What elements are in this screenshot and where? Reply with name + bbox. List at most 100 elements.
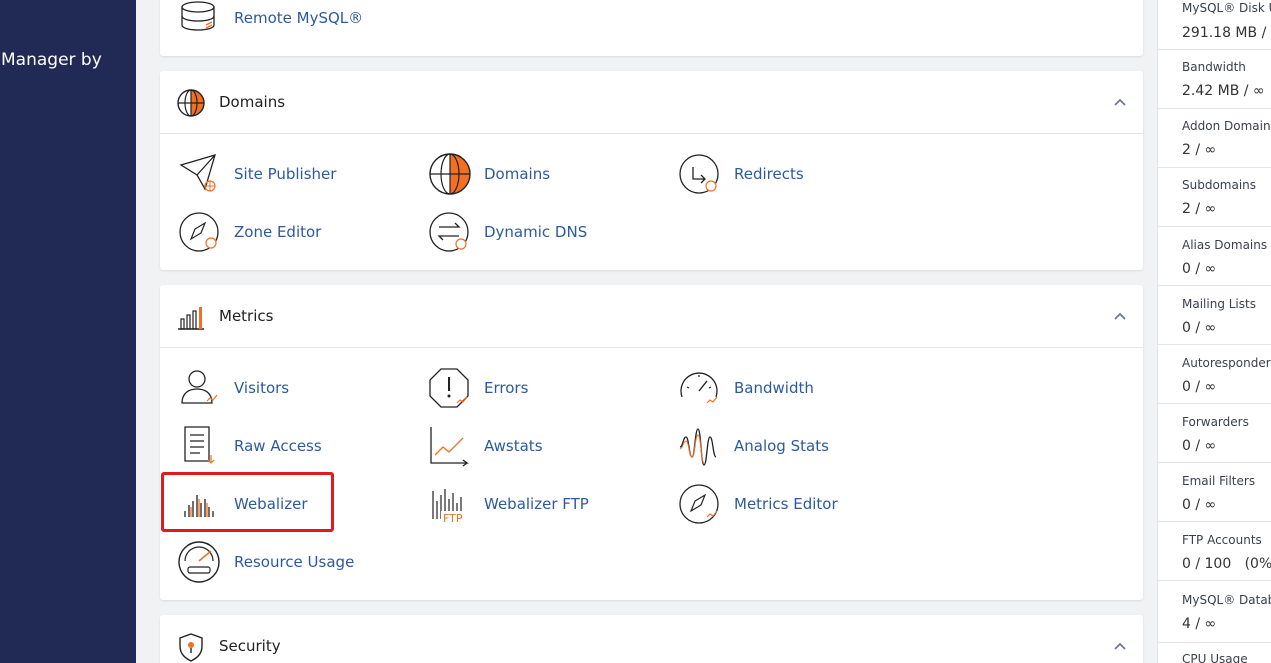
- security-panel-title: Security: [219, 637, 281, 655]
- security-panel: Security: [160, 615, 1143, 663]
- domains-panel-title: Domains: [219, 93, 286, 111]
- metrics-editor-item[interactable]: Metrics Editor: [677, 479, 838, 529]
- security-panel-header[interactable]: Security: [160, 615, 1143, 663]
- visitors-label: Visitors: [234, 379, 290, 397]
- stat-addon-domains: Addon Domains 2 / ∞: [1158, 109, 1271, 168]
- shield-icon: [179, 633, 203, 662]
- stat-mysql-disk-usage: MySQL® Disk Usage 291.18 MB / ∞: [1158, 0, 1271, 50]
- stat-value: 0 / ∞: [1182, 261, 1217, 277]
- stat-value: 0 / 100 (0%): [1182, 556, 1271, 572]
- remote-mysql-item[interactable]: Remote MySQL®: [177, 0, 363, 43]
- metrics-panel-title: Metrics: [219, 307, 274, 325]
- site-publisher-item[interactable]: Site Publisher: [177, 149, 336, 199]
- stat-value: 0 / ∞: [1182, 320, 1217, 336]
- stat-value: 291.18 MB / ∞: [1182, 25, 1271, 41]
- stat-label: Addon Domains: [1182, 119, 1271, 133]
- domains-item[interactable]: Domains: [427, 149, 550, 199]
- stat-alias-domains: Alias Domains 0 / ∞: [1158, 227, 1271, 286]
- domains-panel-header[interactable]: Domains: [160, 71, 1143, 134]
- stat-forwarders: Forwarders 0 / ∞: [1158, 404, 1271, 463]
- awstats-label: Awstats: [484, 437, 543, 455]
- stat-value: 0 / ∞: [1182, 438, 1217, 454]
- analog-stats-label: Analog Stats: [734, 437, 829, 455]
- bandwidth-label: Bandwidth: [734, 379, 814, 397]
- domains-label: Domains: [484, 165, 551, 183]
- document-icon: [184, 426, 215, 464]
- dynamic-dns-label: Dynamic DNS: [484, 223, 588, 241]
- globe-icon: [429, 153, 471, 195]
- resource-usage-label: Resource Usage: [234, 553, 355, 571]
- redirect-icon: [679, 154, 719, 194]
- raw-access-label: Raw Access: [234, 437, 322, 455]
- stat-value: 2.42 MB / ∞: [1182, 83, 1265, 99]
- stat-label: MySQL® Disk Usage: [1182, 1, 1271, 15]
- sidebar-brand-text: Manager by: [1, 50, 102, 70]
- stat-label: FTP Accounts: [1182, 533, 1262, 547]
- stat-label: Email Filters: [1182, 474, 1256, 488]
- sidebar: Manager by: [0, 0, 136, 663]
- databases-panel: Remote MySQL®: [160, 0, 1143, 56]
- rocket-icon: [179, 212, 219, 252]
- zone-editor-label: Zone Editor: [234, 223, 322, 241]
- dynamic-dns-item[interactable]: Dynamic DNS: [427, 207, 587, 257]
- errors-item[interactable]: Errors: [427, 363, 528, 413]
- site-publisher-label: Site Publisher: [234, 165, 337, 183]
- stat-bandwidth: Bandwidth 2.42 MB / ∞: [1158, 50, 1271, 109]
- globe-icon: [177, 89, 205, 117]
- stat-label: Mailing Lists: [1182, 297, 1256, 311]
- visitors-item[interactable]: Visitors: [177, 363, 289, 413]
- stat-value: 0 / ∞: [1182, 379, 1217, 395]
- chevron-up-icon[interactable]: [1113, 639, 1127, 653]
- stat-value: 4 / ∞: [1182, 616, 1217, 632]
- stat-label: CPU Usage: [1182, 652, 1248, 663]
- stat-subdomains: Subdomains 2 / ∞: [1158, 168, 1271, 227]
- stat-value: 2 / ∞: [1182, 201, 1217, 217]
- resource-usage-item[interactable]: Resource Usage: [177, 537, 354, 587]
- stat-label: MySQL® Databases: [1182, 593, 1271, 607]
- gauge-icon: [680, 372, 718, 404]
- remote-mysql-icon: [181, 1, 215, 31]
- stat-autoresponders: Autoresponders 0 / ∞: [1158, 345, 1271, 404]
- stat-email-filters: Email Filters 0 / ∞: [1158, 463, 1271, 522]
- webalizer-ftp-icon: FTP: [432, 489, 469, 525]
- awstats-item[interactable]: Awstats: [427, 421, 543, 471]
- stat-label: Autoresponders: [1182, 356, 1271, 370]
- bar-chart-icon: [178, 307, 204, 330]
- visitor-icon: [181, 370, 218, 404]
- analog-stats-item[interactable]: Analog Stats: [677, 421, 829, 471]
- domains-panel: Domains Site Publisher Domains Redirects: [160, 71, 1143, 270]
- stat-label: Alias Domains: [1182, 238, 1268, 252]
- redirects-item[interactable]: Redirects: [677, 149, 804, 199]
- line-chart-icon: [430, 427, 469, 467]
- webalizer-highlight-box: [161, 472, 334, 532]
- webalizer-ftp-label: Webalizer FTP: [484, 495, 589, 513]
- stat-mailing-lists: Mailing Lists 0 / ∞: [1158, 286, 1271, 345]
- rocket-icon: [679, 484, 719, 524]
- chevron-up-icon[interactable]: [1113, 95, 1127, 109]
- stat-label: Subdomains: [1182, 178, 1257, 192]
- stat-ftp-accounts: FTP Accounts 0 / 100 (0%): [1158, 522, 1271, 581]
- redirects-label: Redirects: [734, 165, 804, 183]
- stat-cpu-usage: CPU Usage: [1158, 643, 1271, 663]
- remote-mysql-label: Remote MySQL®: [234, 9, 364, 27]
- raw-access-item[interactable]: Raw Access: [177, 421, 322, 471]
- speedometer-icon: [178, 541, 220, 583]
- swap-arrows-icon: [429, 212, 469, 252]
- stat-value: 2 / ∞: [1182, 142, 1217, 158]
- zone-editor-item[interactable]: Zone Editor: [177, 207, 321, 257]
- bandwidth-item[interactable]: Bandwidth: [677, 363, 814, 413]
- stat-mysql-databases: MySQL® Databases 4 / ∞: [1158, 581, 1271, 643]
- metrics-panel: Metrics Visitors Errors Bandwidth Raw Ac…: [160, 285, 1143, 600]
- webalizer-ftp-item[interactable]: FTP Webalizer FTP: [427, 479, 589, 529]
- stat-label: Forwarders: [1182, 415, 1249, 429]
- stat-value: 0 / ∞: [1182, 497, 1217, 513]
- chevron-up-icon[interactable]: [1113, 309, 1127, 323]
- errors-label: Errors: [484, 379, 529, 397]
- paper-plane-icon: [179, 154, 216, 192]
- metrics-panel-header[interactable]: Metrics: [160, 285, 1143, 348]
- metrics-editor-label: Metrics Editor: [734, 495, 838, 513]
- warning-octagon-icon: [429, 368, 469, 408]
- svg-text:FTP: FTP: [443, 512, 463, 525]
- statistics-column: MySQL® Disk Usage 291.18 MB / ∞ Bandwidt…: [1157, 0, 1271, 663]
- stat-label: Bandwidth: [1182, 60, 1246, 74]
